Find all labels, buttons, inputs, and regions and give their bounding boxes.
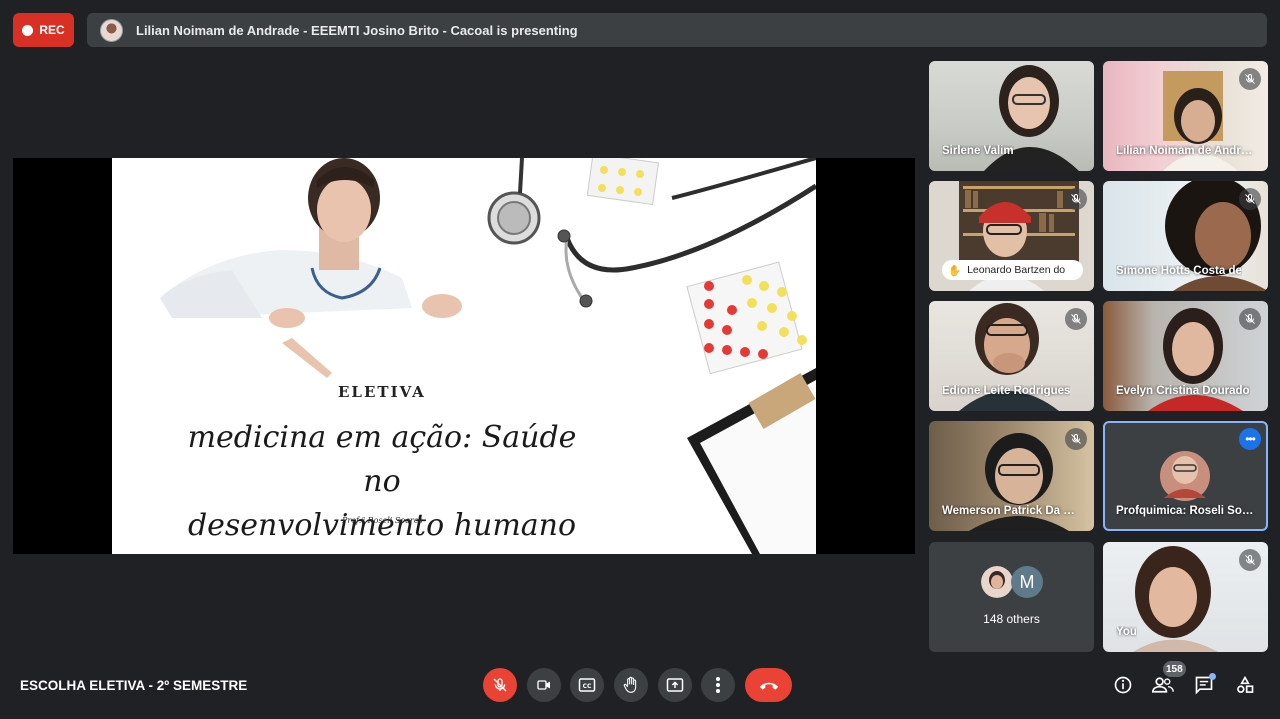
mic-off-icon: [1239, 308, 1261, 330]
others-avatar: [981, 566, 1013, 598]
participant-name: Leonardo Bartzen do: [967, 264, 1066, 276]
clipboard-illustration: [687, 368, 816, 554]
recording-badge: REC: [13, 13, 74, 47]
mic-off-icon: [1239, 188, 1261, 210]
phone-end-icon: [759, 682, 778, 690]
camera-icon: [537, 680, 550, 690]
activities-icon: [1237, 675, 1254, 693]
slide-author: Prof.ª Roseli Soares: [342, 516, 423, 525]
participant-tile[interactable]: Sirlene Valim: [929, 61, 1094, 171]
mic-off-icon: [1065, 188, 1087, 210]
camera-toggle-button[interactable]: [527, 668, 561, 702]
participant-tile[interactable]: ✋ Leonardo Bartzen do: [929, 181, 1094, 291]
participant-name: You: [1116, 626, 1137, 638]
info-icon: [1114, 676, 1132, 694]
participant-tile[interactable]: Evelyn Cristina Dourado: [1103, 301, 1268, 411]
captions-button[interactable]: CC: [570, 668, 604, 702]
people-count-badge: 158: [1163, 661, 1186, 677]
record-dot-icon: [22, 24, 34, 36]
meeting-details-button[interactable]: [1110, 672, 1136, 698]
presentation-stage: ELETIVA medicina em ação: Saúde no desen…: [13, 158, 915, 554]
presentation-slide: ELETIVA medicina em ação: Saúde no desen…: [112, 158, 816, 554]
presenter-avatar: [100, 18, 123, 42]
present-icon: [666, 678, 684, 692]
people-icon: [1152, 677, 1174, 693]
presenting-banner[interactable]: Lilian Noimam de Andrade - EEEMTI Josino…: [87, 13, 1267, 47]
raise-hand-button[interactable]: [614, 668, 648, 702]
participant-name: Profquimica: Roseli Soares: [1116, 505, 1256, 517]
slide-title: medicina em ação: Saúde no desenvolvimen…: [172, 416, 592, 548]
meeting-title: ESCOLHA ELETIVA - 2º SEMESTRE: [20, 678, 248, 693]
mic-off-icon: [1065, 428, 1087, 450]
mic-off-icon: [493, 678, 507, 692]
participant-avatar: [1160, 451, 1210, 501]
more-options-icon[interactable]: •••: [1239, 428, 1261, 450]
participant-name: Edione Leite Rodrigues: [942, 385, 1071, 397]
leave-call-button[interactable]: [745, 668, 792, 702]
participant-name: Evelyn Cristina Dourado: [1116, 385, 1250, 397]
others-avatar-letter: M: [1011, 566, 1043, 598]
others-count: 148 others: [983, 612, 1040, 626]
svg-text:CC: CC: [583, 683, 592, 690]
mic-off-icon: [1239, 68, 1261, 90]
presenting-text: Lilian Noimam de Andrade - EEEMTI Josino…: [136, 22, 578, 38]
slide-heading: ELETIVA: [338, 383, 426, 401]
participant-name: Wemerson Patrick Da Silva: [942, 505, 1082, 517]
present-button[interactable]: [658, 668, 692, 702]
participant-tile[interactable]: Lilian Noimam de Andrade - EEEMTI Josino…: [1103, 61, 1268, 171]
mic-off-icon: [1239, 549, 1261, 571]
participant-name: Simone Hotts Costa de: [1116, 265, 1242, 277]
self-tile[interactable]: You: [1103, 542, 1268, 652]
participant-tile[interactable]: Edione Leite Rodrigues: [929, 301, 1094, 411]
others-tile[interactable]: M 148 others: [929, 542, 1094, 652]
hand-icon: ✋: [948, 264, 962, 277]
captions-icon: CC: [578, 678, 596, 692]
mic-toggle-button[interactable]: [483, 668, 517, 702]
participant-name: Lilian Noimam de Andrade - EEEMTI Josino…: [1116, 145, 1256, 157]
chat-notification-dot: [1209, 673, 1216, 680]
slide-title-line2: desenvolvimento humano: [187, 508, 577, 543]
more-options-button[interactable]: [701, 668, 735, 702]
participant-tile-selected[interactable]: ••• Profquimica: Roseli Soares: [1103, 421, 1268, 531]
participant-tile[interactable]: Simone Hotts Costa de: [1103, 181, 1268, 291]
activities-button[interactable]: [1232, 672, 1258, 698]
raised-hand-indicator: ✋ Leonardo Bartzen do: [942, 260, 1083, 280]
doctor-illustration: [160, 158, 462, 378]
mic-off-icon: [1065, 308, 1087, 330]
participant-tile[interactable]: Wemerson Patrick Da Silva: [929, 421, 1094, 531]
slide-title-line1: medicina em ação: Saúde no: [187, 420, 577, 499]
hand-icon: [623, 676, 637, 693]
participant-name: Sirlene Valim: [942, 145, 1014, 157]
recording-label: REC: [39, 23, 65, 37]
more-vert-icon: [716, 677, 720, 693]
